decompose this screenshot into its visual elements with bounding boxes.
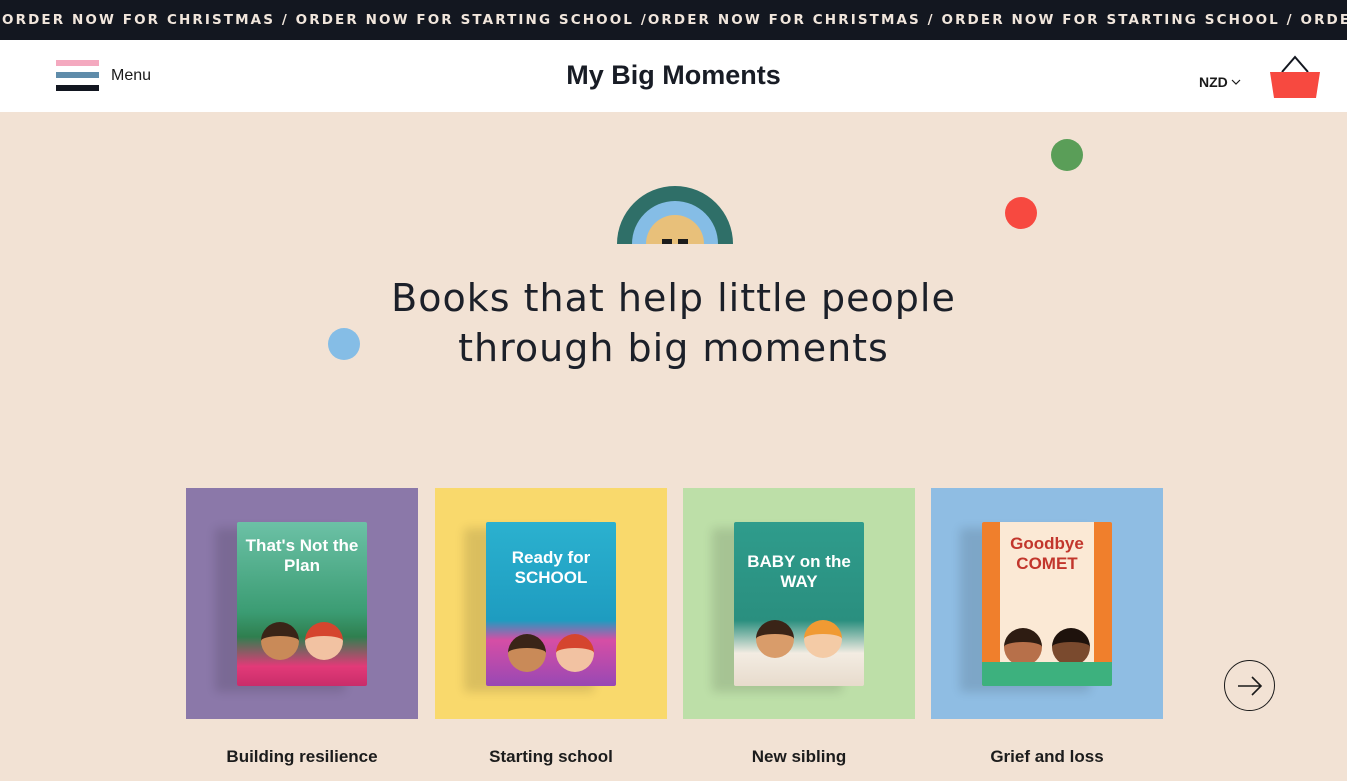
child-face-right (305, 622, 343, 660)
category-label: Building resilience (226, 747, 378, 766)
book-cover: Ready for SCHOOL (486, 522, 616, 686)
green-dot (1051, 139, 1083, 171)
hero-line-2: through big moments (458, 326, 889, 370)
category-card-new-sibling[interactable]: BABY on the WAY New sibling (683, 488, 915, 766)
child-face-right (556, 634, 594, 672)
category-label: New sibling (751, 747, 847, 766)
child-face-left (1004, 628, 1042, 666)
child-face-right (804, 620, 842, 658)
hero-line-1: Books that help little people (391, 276, 956, 320)
child-face-right (1052, 628, 1090, 666)
rainbow-sun-icon (617, 186, 733, 244)
child-face-left (756, 620, 794, 658)
child-face-left (508, 634, 546, 672)
book-title: That's Not the Plan (245, 536, 359, 575)
book-cover: That's Not the Plan (237, 522, 367, 686)
book-cover: Goodbye COMET (982, 522, 1112, 686)
category-label: Starting school (489, 747, 613, 766)
red-dot (1005, 197, 1037, 229)
category-card-building-resilience[interactable]: That's Not the Plan Building resilience (186, 488, 418, 766)
category-card-grief-and-loss[interactable]: Goodbye COMET Grief and loss (931, 488, 1163, 766)
book-title: Goodbye COMET (1010, 534, 1084, 573)
chevron-down-icon (1231, 79, 1241, 85)
category-tile: Ready for SCHOOL (435, 488, 667, 719)
category-tile: That's Not the Plan (186, 488, 418, 719)
book-title: Ready for SCHOOL (511, 548, 591, 587)
basket-icon[interactable] (1268, 54, 1322, 100)
arrow-right-icon (1237, 675, 1262, 696)
book-cover: BABY on the WAY (734, 522, 864, 686)
site-logo[interactable]: My Big Moments (0, 60, 1347, 91)
category-label: Grief and loss (990, 747, 1104, 766)
site-header: Menu My Big Moments NZD (0, 40, 1347, 112)
category-card-starting-school[interactable]: Ready for SCHOOL Starting school (435, 488, 667, 766)
announcement-text: ORDER NOW FOR CHRISTMAS / ORDER NOW FOR … (2, 12, 1347, 28)
hero-headline: Books that help little people through bi… (0, 273, 1347, 373)
child-face-left (261, 622, 299, 660)
currency-selector[interactable]: NZD (1199, 74, 1241, 90)
category-tile: BABY on the WAY (683, 488, 915, 719)
carousel-next-button[interactable] (1224, 660, 1275, 711)
category-tile: Goodbye COMET (931, 488, 1163, 719)
currency-value: NZD (1199, 74, 1228, 90)
blanket (982, 662, 1112, 686)
announcement-ticker: ORDER NOW FOR CHRISTMAS / ORDER NOW FOR … (0, 0, 1347, 40)
book-title: BABY on the WAY (747, 552, 851, 591)
